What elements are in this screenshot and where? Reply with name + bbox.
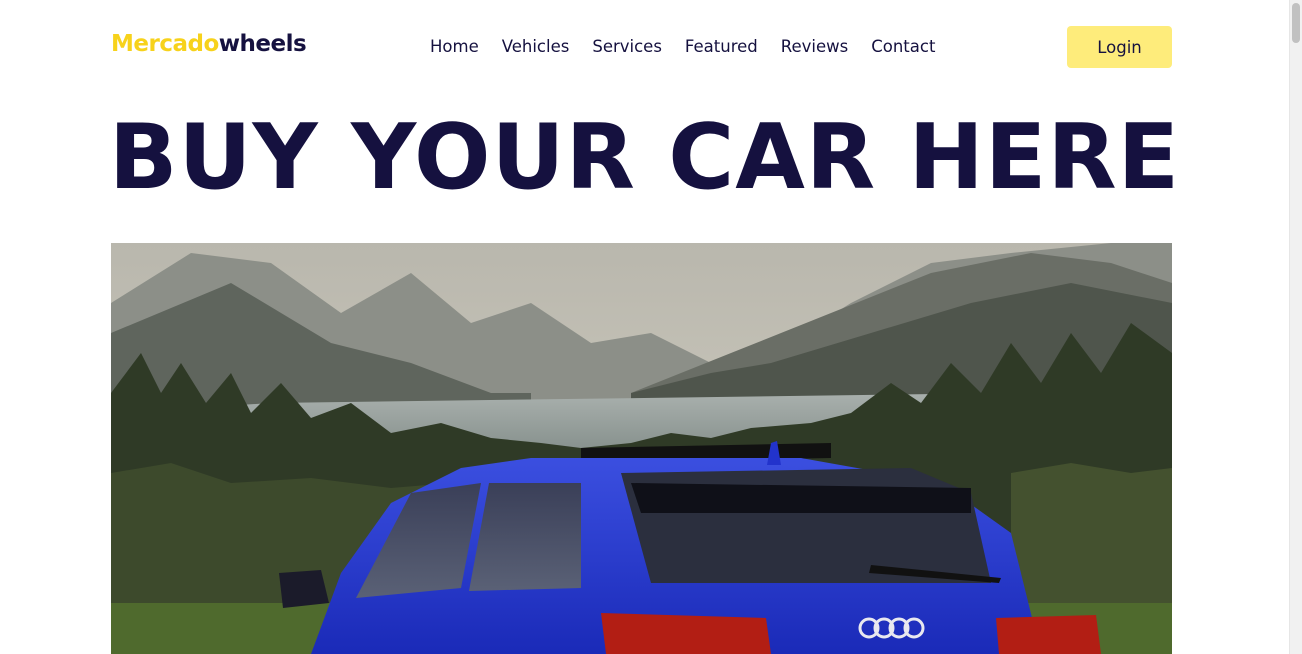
logo-part-wheels: wheels	[218, 31, 307, 57]
nav-contact[interactable]: Contact	[871, 37, 935, 56]
nav-vehicles[interactable]: Vehicles	[502, 37, 570, 56]
page: Mercadowheels Home Vehicles Services Fea…	[0, 0, 1289, 654]
main-nav: Home Vehicles Services Featured Reviews …	[430, 37, 935, 56]
login-button[interactable]: Login	[1067, 26, 1172, 68]
logo-part-mercado: Mercado	[111, 31, 219, 57]
nav-services[interactable]: Services	[592, 37, 662, 56]
nav-home[interactable]: Home	[430, 37, 479, 56]
hero-title: BUY YOUR CAR HERE	[108, 105, 1181, 210]
nav-reviews[interactable]: Reviews	[781, 37, 848, 56]
car-landscape-photo	[111, 243, 1172, 654]
scrollbar-thumb[interactable]	[1292, 3, 1300, 43]
nav-featured[interactable]: Featured	[685, 37, 758, 56]
site-header: Mercadowheels Home Vehicles Services Fea…	[111, 26, 1172, 68]
hero-image	[111, 243, 1172, 654]
logo[interactable]: Mercadowheels	[111, 31, 307, 57]
scrollbar[interactable]	[1289, 0, 1302, 654]
